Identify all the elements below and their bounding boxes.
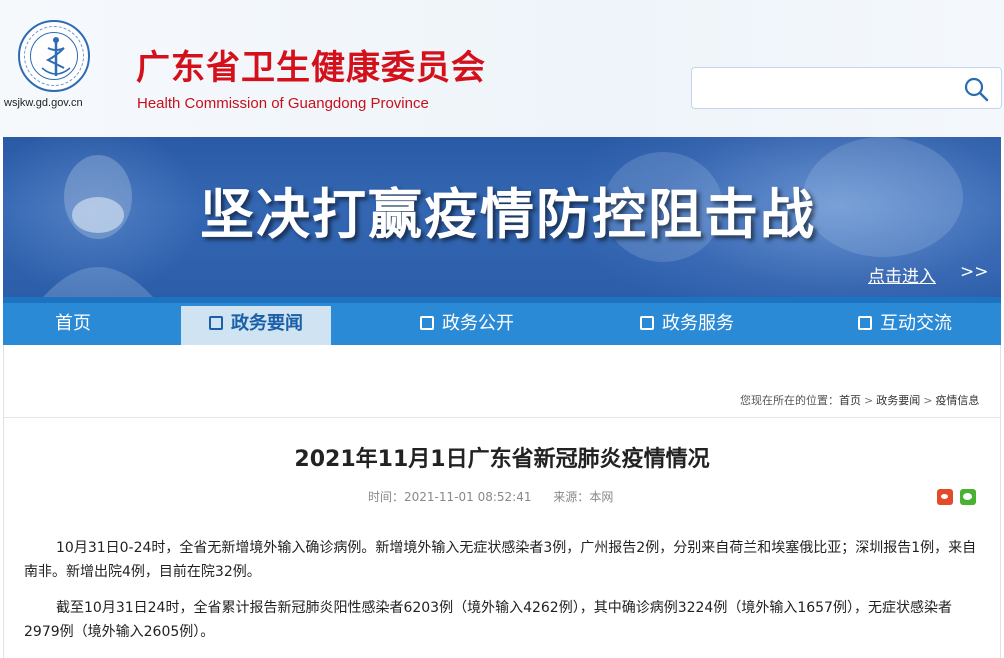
site-url: wsjkw.gd.gov.cn [4, 97, 83, 109]
banner-enter-link[interactable]: 点击进入 [868, 262, 936, 287]
article-meta: 时间：2021-11-01 08:52:41 来源：本网 [368, 488, 613, 505]
nav-item-label: 首页 [55, 313, 91, 334]
article-title: 2021年11月1日广东省新冠肺炎疫情情况 [294, 447, 710, 472]
breadcrumb-epidemic[interactable]: 疫情信息 [935, 394, 979, 407]
breadcrumb-separator: > [864, 394, 874, 407]
search-input[interactable] [691, 67, 1002, 109]
search-icon[interactable] [963, 76, 989, 102]
clipboard-icon [640, 316, 654, 330]
nav-item-label: 政务服务 [662, 313, 734, 334]
nav-item-label: 政务公开 [442, 313, 514, 334]
nav-item-interaction[interactable]: 互动交流 [858, 306, 998, 345]
breadcrumb-news[interactable]: 政务要闻 [876, 394, 920, 407]
publish-time: 2021-11-01 08:52:41 [404, 490, 532, 504]
article-paragraph: 截至10月31日24时，全省累计报告新冠肺炎阳性感染者6203例（境外输入426… [24, 600, 952, 640]
chat-icon [858, 316, 872, 330]
nav-item-label: 互动交流 [880, 313, 952, 334]
article-paragraph: 10月31日0-24时，全省无新增境外输入确诊病例。新增境外输入无症状感染者3例… [24, 540, 977, 580]
org-name-en: Health Commission of Guangdong Province [137, 95, 429, 112]
source-value: 本网 [589, 490, 614, 504]
divider [3, 417, 1001, 418]
banner-title: 坚决打赢疫情防控阻击战 [200, 183, 816, 246]
breadcrumb-home[interactable]: 首页 [839, 394, 861, 407]
weibo-share-icon[interactable] [937, 489, 953, 505]
breadcrumb-prefix: 您现在所在的位置： [740, 394, 839, 407]
nav-item-label: 政务要闻 [231, 313, 303, 334]
breadcrumb: 您现在所在的位置：首页 > 政务要闻 > 疫情信息 [740, 392, 979, 408]
news-icon [209, 316, 223, 330]
nav-item-home[interactable]: 首页 [3, 306, 143, 345]
nav-item-services[interactable]: 政务服务 [640, 306, 780, 345]
org-name[interactable]: 广东省卫生健康委员会 [136, 46, 486, 90]
time-label: 时间： [368, 490, 405, 504]
nav-item-public-affairs[interactable]: 政务公开 [420, 306, 560, 345]
double-chevron-icon[interactable]: >> [960, 262, 989, 282]
breadcrumb-separator: > [923, 394, 933, 407]
wechat-share-icon[interactable] [960, 489, 976, 505]
document-icon [420, 316, 434, 330]
source-label: 来源： [553, 490, 590, 504]
emblem-logo[interactable] [18, 20, 90, 92]
caduceus-icon [41, 37, 71, 76]
nav-top-strip [3, 297, 1001, 303]
nav-item-news[interactable]: 政务要闻 [181, 306, 331, 345]
